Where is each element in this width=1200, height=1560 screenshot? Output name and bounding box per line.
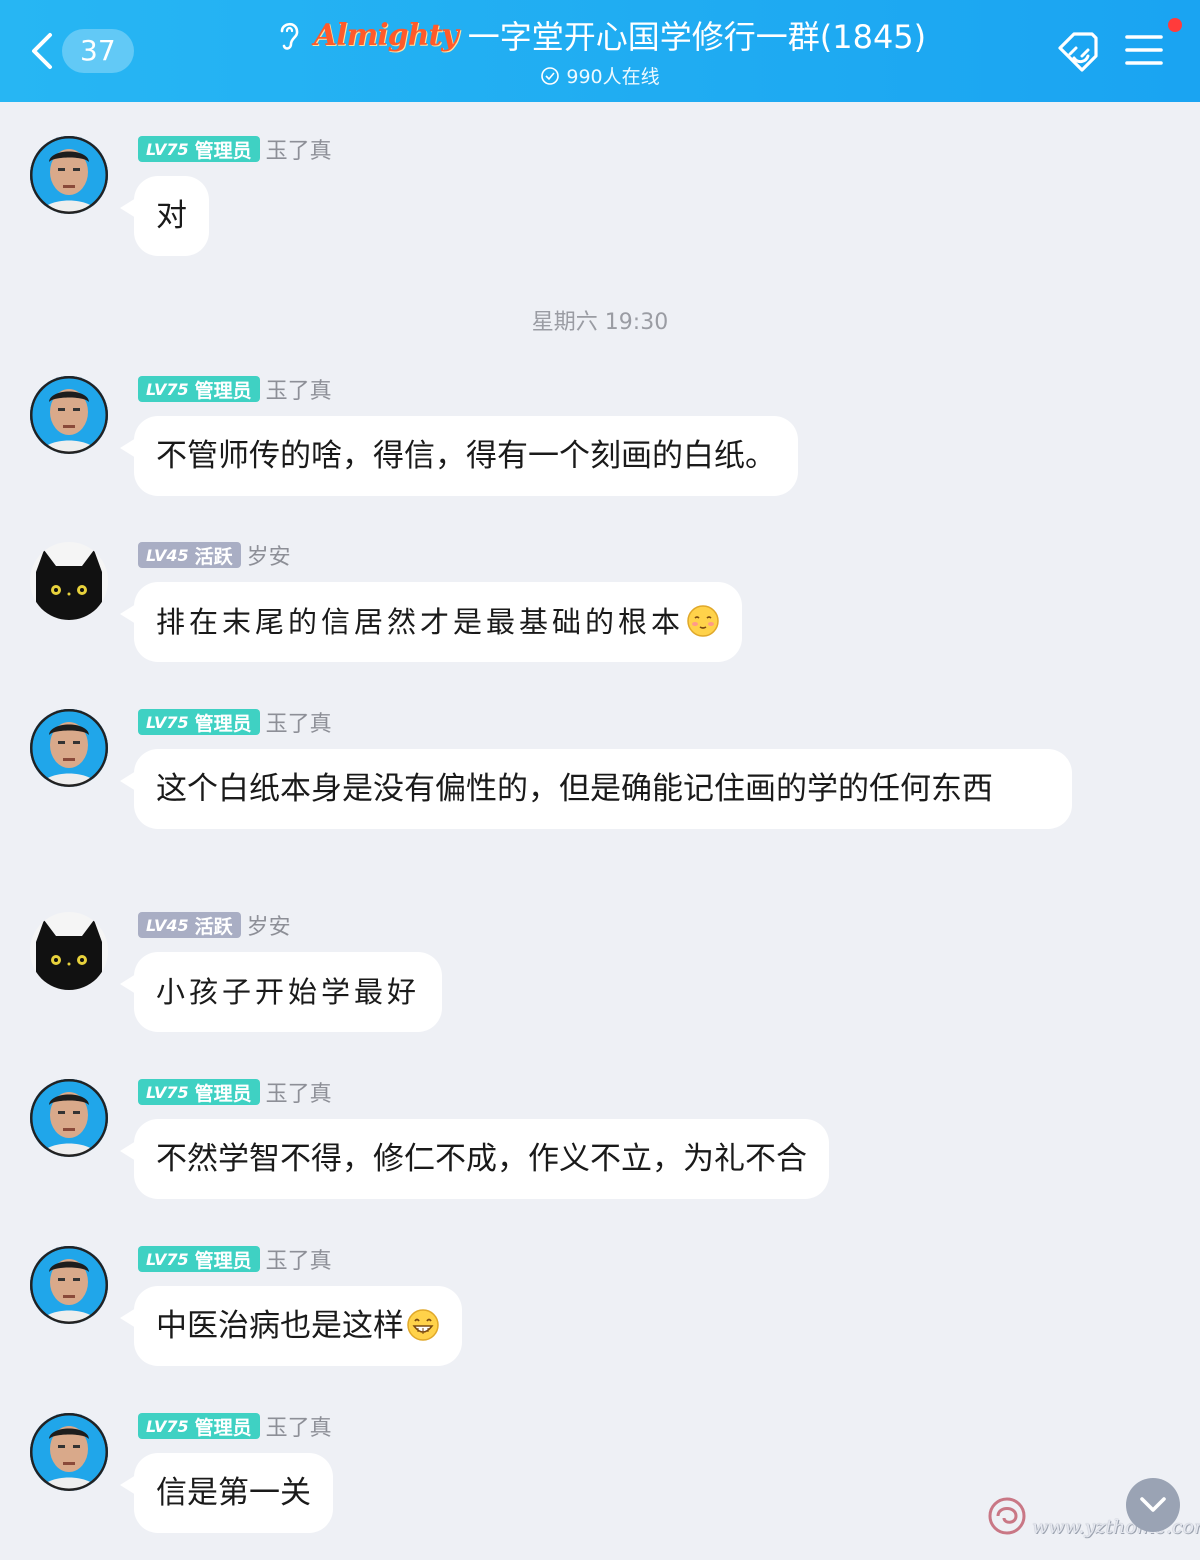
message-bubble[interactable]: 排在末尾的信居然才是最基础的根本 [119, 582, 743, 662]
level-badge: LV45 活跃 [138, 542, 241, 568]
sender-name[interactable]: 玉了真 [266, 1410, 332, 1442]
avatar[interactable] [30, 1246, 108, 1324]
cat-avatar-image [30, 912, 108, 990]
sender-name[interactable]: 玉了真 [266, 133, 332, 165]
man-avatar-image [30, 709, 108, 787]
level-badge: LV75 管理员 [138, 1079, 260, 1105]
level-badge: LV75 管理员 [138, 376, 260, 402]
cat-avatar-image [30, 542, 108, 620]
online-count: 990人在线 [566, 66, 660, 88]
avatar[interactable] [30, 912, 108, 990]
message-list[interactable]: LV75 管理员 玉了真 对 星期六 19:30 LV75 管理员 玉了真 不管师传… [0, 102, 1200, 1560]
sender-name[interactable]: 玉了真 [266, 706, 332, 738]
avatar[interactable] [30, 1413, 108, 1491]
notification-dot [1168, 18, 1182, 32]
message-bubble[interactable]: 信是第一关 [120, 1453, 333, 1533]
timestamp: 星期六 19:30 [531, 310, 669, 335]
message-meta: LV75 管理员 玉了真 [138, 1077, 332, 1107]
group-title-area[interactable]: Almighty 一字堂开心国学修行一群(1845) 990人在线 [0, 12, 1200, 90]
avatar[interactable] [30, 136, 108, 214]
avatar[interactable] [30, 709, 108, 787]
level-badge: LV45 活跃 [138, 912, 241, 938]
avatar[interactable] [30, 542, 108, 620]
ear-icon [280, 22, 299, 50]
level-badge: LV75 管理员 [138, 1413, 260, 1439]
man-avatar-image [30, 1413, 108, 1491]
avatar[interactable] [30, 376, 108, 454]
sender-name[interactable]: 玉了真 [266, 373, 332, 405]
online-status: 990人在线 [540, 62, 660, 89]
sender-name[interactable]: 玉了真 [266, 1243, 332, 1275]
scroll-to-bottom-button[interactable] [1126, 1478, 1180, 1532]
avatar[interactable] [30, 1079, 108, 1157]
message-meta: LV75 管理员 玉了真 [138, 707, 332, 737]
message-bubble[interactable]: 不然学智不得，修仁不成，作义不立，为礼不合 [120, 1119, 829, 1199]
grin-face-icon [407, 1309, 439, 1341]
message-bubble[interactable]: 小孩子开始学最好 [119, 952, 443, 1032]
message-bubble[interactable]: 中医治病也是这样 [120, 1286, 462, 1366]
tag-icon[interactable] [1052, 26, 1104, 78]
message-meta: LV75 管理员 玉了真 [138, 1244, 332, 1274]
online-check-icon [541, 66, 560, 85]
man-avatar-image [30, 136, 108, 214]
message-bubble[interactable]: 这个白纸本身是没有偏性的，但是确能记住画的学的任何东西 [120, 749, 1072, 829]
group-title: 一字堂开心国学修行一群(1845) [467, 18, 927, 56]
level-badge: LV75 管理员 [138, 1246, 260, 1272]
chat-header: 37 Almighty 一字堂开心国学修行一群(1845) 990人在线 [0, 0, 1200, 102]
chevron-down-icon [1140, 1497, 1166, 1512]
watermark-logo-icon [988, 1497, 1026, 1535]
man-avatar-image [30, 376, 108, 454]
message-meta: LV75 管理员 玉了真 [138, 134, 332, 164]
message-meta: LV45 活跃 岁安 [138, 540, 291, 570]
message-bubble[interactable]: 对 [120, 176, 209, 256]
sender-name[interactable]: 玉了真 [266, 1076, 332, 1108]
blush-face-icon [687, 605, 719, 637]
man-avatar-image [30, 1246, 108, 1324]
level-badge: LV75 管理员 [138, 136, 260, 162]
message-bubble[interactable]: 不管师传的啥，得信，得有一个刻画的白纸。 [120, 416, 798, 496]
brand-logo: Almighty [313, 17, 459, 53]
message-meta: LV45 活跃 岁安 [138, 910, 291, 940]
message-meta: LV75 管理员 玉了真 [138, 1411, 332, 1441]
level-badge: LV75 管理员 [138, 709, 260, 735]
message-meta: LV75 管理员 玉了真 [138, 374, 332, 404]
menu-icon[interactable] [1124, 32, 1164, 68]
sender-name[interactable]: 岁安 [247, 539, 291, 571]
sender-name[interactable]: 岁安 [247, 909, 291, 941]
man-avatar-image [30, 1079, 108, 1157]
